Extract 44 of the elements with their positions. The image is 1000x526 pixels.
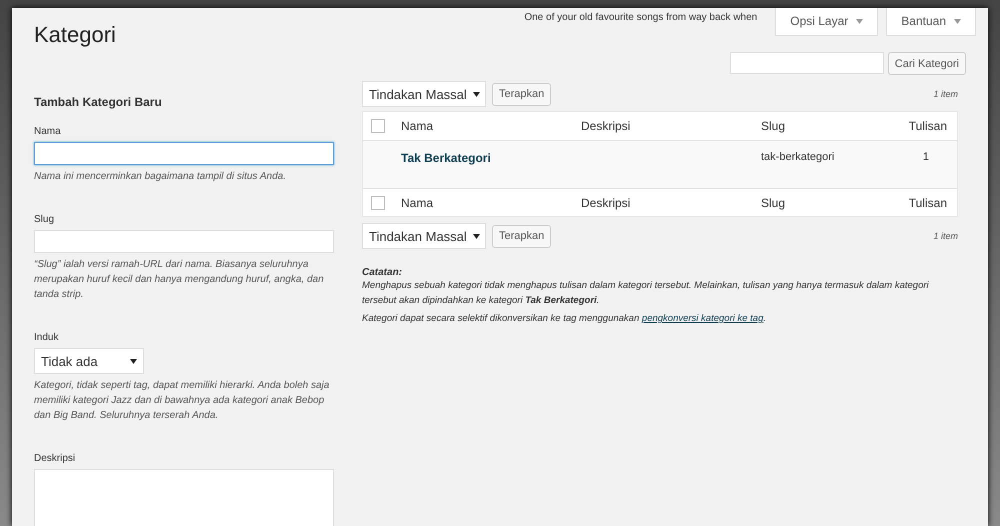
item-count: 1 item xyxy=(933,89,958,99)
column-header[interactable]: Tulisan xyxy=(901,119,957,133)
column-header[interactable]: Deskripsi xyxy=(581,119,761,133)
column-header[interactable]: Nama xyxy=(401,196,581,210)
column-header[interactable]: Slug xyxy=(761,119,901,133)
category-name-link[interactable]: Tak Berkategori xyxy=(401,151,581,165)
bulk-action-select[interactable]: Tindakan Massal xyxy=(362,81,486,107)
converter-link[interactable]: pengkonversi kategori ke tag xyxy=(642,313,764,324)
table-cell-text: tak-berkategori xyxy=(761,151,836,163)
tagline: One of your old favourite songs from way back when xyxy=(524,12,758,23)
field-label: Slug xyxy=(34,214,56,225)
help-tab[interactable]: Bantuan xyxy=(886,8,976,36)
item-count: 1 item xyxy=(933,231,958,241)
parent-select[interactable]: Tidak ada xyxy=(34,348,144,374)
column-header[interactable]: Tulisan xyxy=(901,196,957,210)
slug-field[interactable] xyxy=(34,230,334,253)
select-all-checkbox[interactable] xyxy=(371,196,385,210)
column-header[interactable]: Nama xyxy=(401,119,581,133)
note-title: Catatan: xyxy=(362,267,404,278)
search-field[interactable] xyxy=(730,52,884,74)
column-header[interactable]: Slug xyxy=(761,196,901,210)
search-button[interactable]: Cari Kategori xyxy=(888,52,966,75)
apply-button[interactable]: Terapkan xyxy=(492,82,552,106)
field-label: Deskripsi xyxy=(34,453,76,464)
convert-note: Kategori dapat secara selektif dikonversikan ke tag menggunakan pengkonversi kategori ke tag. xyxy=(362,312,768,326)
note-text: Menghapus sebuah kategori tidak menghapus tulisan dalam kategori tersebut. Melainkan, tulisan yang hanya termasuk dalam kategori tersebut akan dipindahkan ke kategori Tak Berkategori. xyxy=(362,279,930,308)
caret-icon xyxy=(472,92,480,96)
select-all-checkbox[interactable] xyxy=(371,119,385,133)
caret-icon xyxy=(856,18,864,24)
screen-options-tab[interactable]: Opsi Layar xyxy=(775,8,878,36)
field-hint: Kategori, tidak seperti tag, dapat memiliki hierarki. Anda boleh saja memiliki kategori Jazz dan di bawahnya ada kategori anak Bebop dan Big Band. Seluruhnya terserah Anda. xyxy=(34,379,330,423)
name-field[interactable] xyxy=(34,142,334,165)
field-hint: “Slug” ialah versi ramah-URL dari nama. Biasanya seluruhnya merupakan huruf kecil dan hanya mengandung huruf, angka, dan tanda strip. xyxy=(34,258,325,302)
caret-icon xyxy=(472,234,480,238)
apply-button[interactable]: Terapkan xyxy=(492,224,552,248)
form-heading: Tambah Kategori Baru xyxy=(34,95,163,109)
field-label: Nama xyxy=(34,126,62,137)
table-cell-text: 1 xyxy=(922,151,930,163)
column-header[interactable]: Deskripsi xyxy=(581,196,761,210)
bulk-action-select[interactable]: Tindakan Massal xyxy=(362,223,486,249)
caret-icon xyxy=(130,358,137,364)
field-label: Induk xyxy=(34,332,60,343)
caret-icon xyxy=(954,18,961,24)
field-hint: Nama ini mencerminkan bagaimana tampil di situs Anda. xyxy=(34,170,287,184)
